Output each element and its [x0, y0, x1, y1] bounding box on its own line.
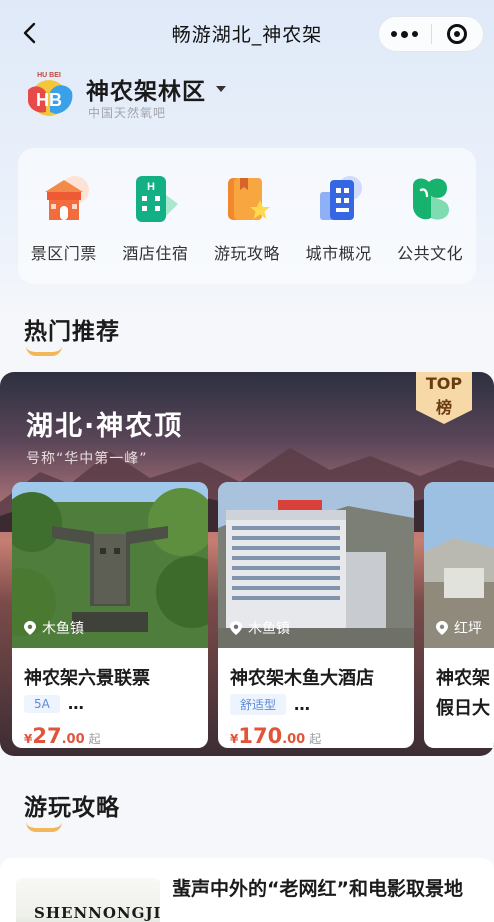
- section-title-text: 游玩攻略: [24, 795, 120, 821]
- hot-recommendation-panel: 湖北·神农顶 号称“华中第一峰” TOP 榜 木鱼镇 神农架六景联票 5A … …: [0, 372, 494, 756]
- more-dots-icon: [391, 31, 398, 37]
- service-item-culture[interactable]: 公共文化: [385, 170, 475, 284]
- card-location-text: 木鱼镇: [248, 621, 290, 637]
- badge-top-text: TOP: [425, 374, 463, 393]
- section-title-hot: 热门推荐: [24, 312, 120, 356]
- navigation-bar: 畅游湖北_神农架: [0, 0, 494, 64]
- card-tag: 舒适型: [230, 694, 287, 715]
- top-rank-badge[interactable]: TOP 榜: [414, 372, 474, 424]
- article-thumbnail: SHENNONGJIA: [16, 878, 160, 922]
- hot-card[interactable]: 木鱼镇 神农架六景联票 5A … ¥27.00 起: [12, 482, 208, 748]
- target-icon: [447, 24, 468, 44]
- article-item[interactable]: SHENNONGJIA 蜚声中外的“老网红”和电影取景地: [0, 858, 494, 922]
- close-miniprogram-button[interactable]: [431, 16, 483, 52]
- section-title-guide: 游玩攻略: [24, 788, 120, 832]
- card-tags: 舒适型 …: [230, 694, 311, 715]
- card-title-line2: 假日大: [436, 698, 490, 719]
- hot-card[interactable]: 木鱼镇 神农架木鱼大酒店 舒适型 … ¥170.00 起: [218, 482, 414, 748]
- region-name: 神农架林区: [86, 79, 206, 105]
- location-pin-icon: [436, 621, 448, 635]
- card-location: 红坪: [436, 618, 482, 638]
- card-more-dots: …: [67, 694, 85, 713]
- service-item-city[interactable]: 城市概况: [294, 170, 384, 284]
- service-label: 景区门票: [30, 244, 97, 263]
- service-item-guide[interactable]: 游玩攻略: [202, 170, 292, 284]
- hot-card[interactable]: 红坪 神农架 假日大: [424, 482, 494, 748]
- thumbnail-text: SHENNONGJIA: [34, 904, 160, 922]
- guide-book-icon: [227, 178, 270, 220]
- hotel-icon: H: [136, 176, 179, 222]
- price-decimal: .00: [61, 732, 85, 747]
- card-location: 木鱼镇: [24, 618, 84, 638]
- service-label: 游玩攻略: [213, 244, 280, 263]
- culture-icon: [413, 178, 450, 220]
- svg-text:HU BEI: HU BEI: [37, 72, 61, 79]
- hot-subline: 号称“华中第一峰”: [26, 451, 148, 467]
- card-location-text: 红坪: [454, 621, 482, 637]
- scenic-ticket-icon: [44, 176, 89, 220]
- service-grid: 景区门票 H 酒店住宿 游玩攻略 城市概况 公共文化: [18, 148, 476, 284]
- region-subtitle: 中国天然氧吧: [88, 106, 167, 120]
- service-item-hotel[interactable]: H 酒店住宿: [110, 170, 200, 284]
- card-price: ¥170.00 起: [230, 724, 321, 748]
- card-more-dots: …: [294, 695, 312, 714]
- badge-bottom-text: 榜: [435, 398, 452, 417]
- card-title: 神农架六景联票: [24, 668, 150, 689]
- location-header[interactable]: HU BEI HB 神农架林区 中国天然氧吧: [18, 66, 318, 122]
- price-integer: 170: [238, 724, 283, 748]
- price-suffix: 起: [88, 732, 101, 746]
- card-title: 神农架木鱼大酒店: [230, 668, 374, 689]
- location-pin-icon: [230, 621, 242, 635]
- card-price: ¥27.00 起: [24, 724, 101, 748]
- card-title: 神农架: [436, 668, 490, 689]
- service-label: 公共文化: [397, 244, 464, 263]
- caret-down-icon: [216, 86, 226, 92]
- card-tags: 5A …: [24, 694, 85, 713]
- price-decimal: .00: [282, 732, 306, 747]
- title-underline-decoration: [26, 346, 62, 356]
- hot-headline: 湖北·神农顶: [26, 411, 184, 442]
- article-title: 蜚声中外的“老网红”和电影取景地: [172, 878, 463, 900]
- city-overview-icon: [319, 176, 362, 220]
- svg-text:H: H: [147, 181, 155, 193]
- more-button[interactable]: [379, 16, 431, 52]
- region-selector[interactable]: 神农架林区: [86, 72, 226, 106]
- service-item-tickets[interactable]: 景区门票: [19, 170, 109, 284]
- hot-card-carousel[interactable]: 木鱼镇 神农架六景联票 5A … ¥27.00 起 木鱼镇 神农架木鱼大酒店 舒…: [12, 482, 494, 748]
- hubei-logo: HU BEI HB: [28, 72, 73, 116]
- price-integer: 27: [32, 724, 62, 748]
- service-label: 城市概况: [305, 244, 372, 263]
- card-location-text: 木鱼镇: [42, 621, 84, 637]
- price-suffix: 起: [309, 732, 322, 746]
- card-location: 木鱼镇: [230, 618, 290, 638]
- location-pin-icon: [24, 621, 36, 635]
- service-label: 酒店住宿: [122, 244, 189, 263]
- card-tag: 5A: [24, 694, 60, 713]
- svg-text:HB: HB: [36, 90, 62, 110]
- section-title-text: 热门推荐: [24, 319, 120, 345]
- title-underline-decoration: [26, 822, 62, 832]
- miniprogram-capsule: [378, 16, 484, 52]
